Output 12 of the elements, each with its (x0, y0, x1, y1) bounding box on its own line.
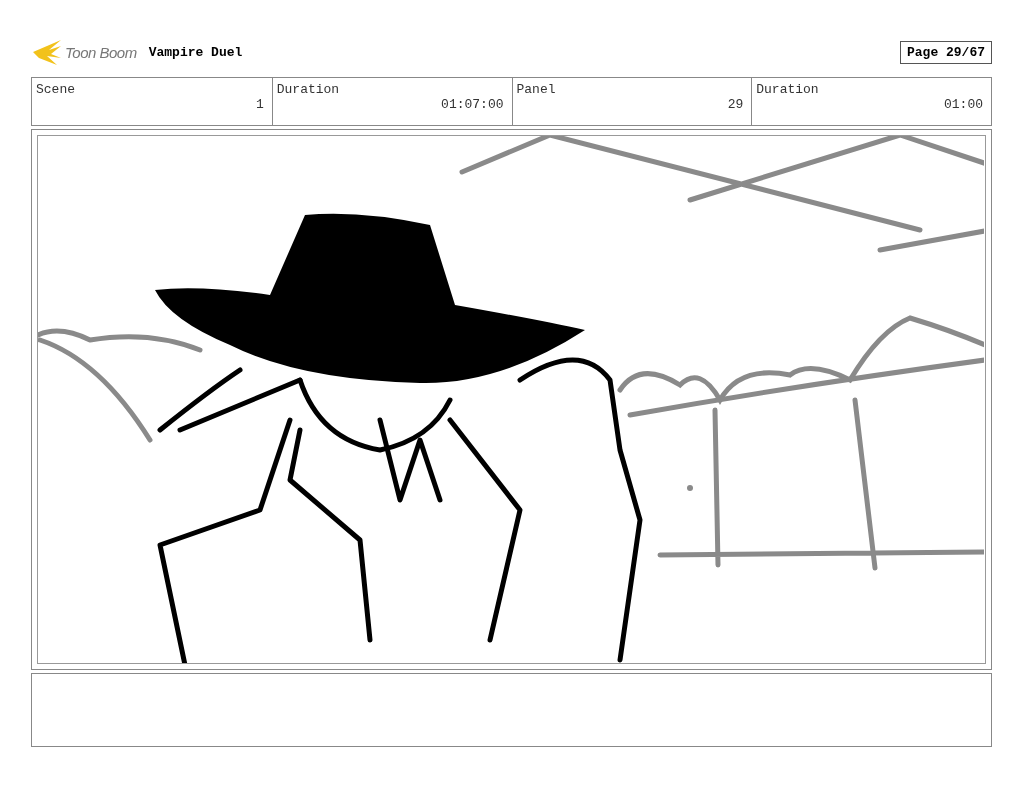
field-label: Panel (516, 82, 556, 97)
logo-icon (31, 38, 63, 66)
field-value: 01:07:00 (441, 97, 504, 112)
project-title: Vampire Duel (148, 44, 243, 60)
field-label: Duration (756, 82, 819, 97)
page-number: Page 29/67 (900, 40, 992, 64)
field-label: Duration (276, 82, 340, 97)
field-value: 01:00 (944, 97, 983, 112)
logo-text: Toon Boom (65, 43, 137, 61)
field-value: 29 (727, 97, 744, 112)
field-value: 1 (255, 97, 264, 112)
field-label: Scene (36, 82, 75, 97)
